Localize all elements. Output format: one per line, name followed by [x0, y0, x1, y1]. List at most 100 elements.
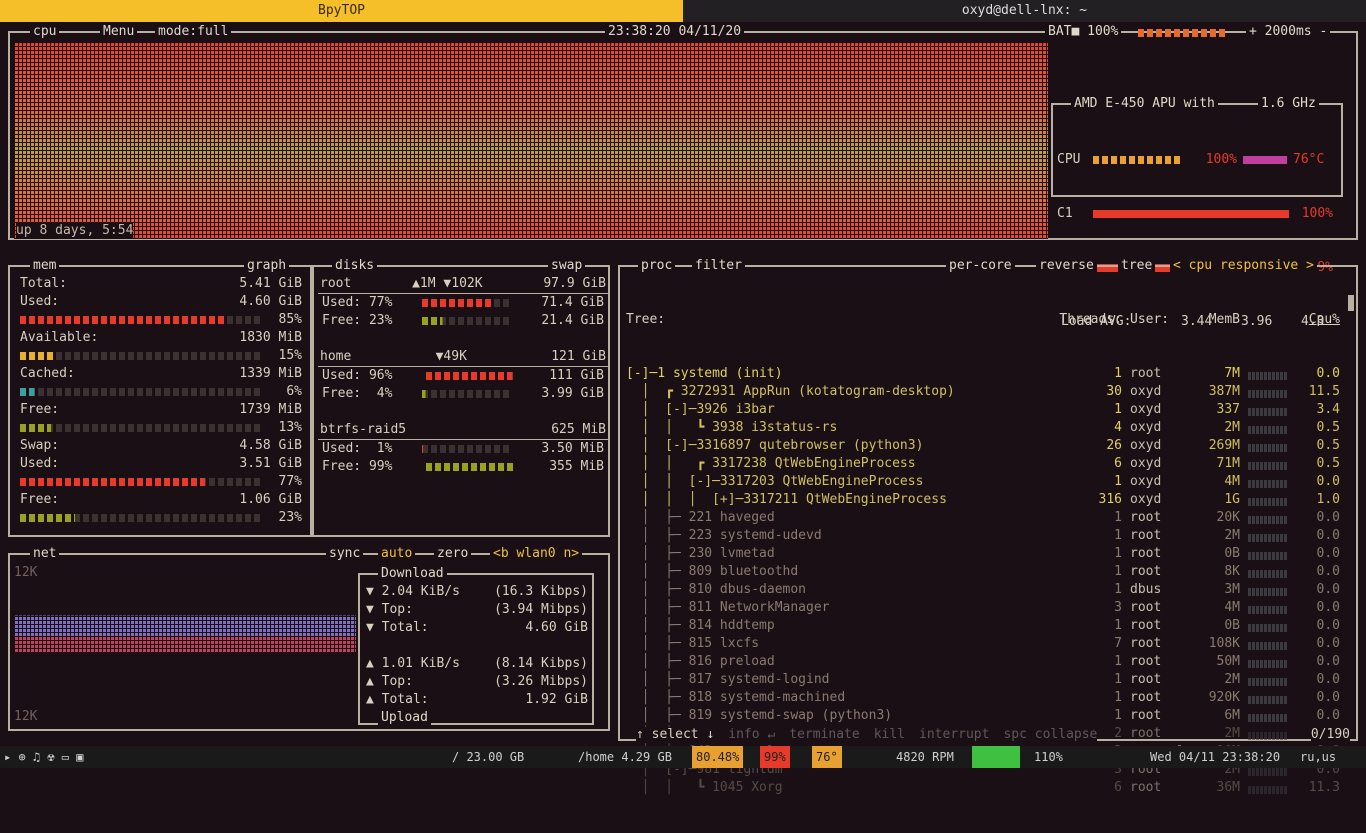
process-row[interactable]: │ [-]─3316897 qutebrowser (python3) 26 oxy… — [626, 437, 1346, 455]
core1-label: C1 — [1057, 206, 1073, 221]
sync-toggle[interactable]: sync — [326, 547, 364, 561]
net-upload-graph — [14, 637, 356, 653]
tab-bar: BpyTOP oxyd@dell-lnx: ~ — [0, 0, 1366, 22]
mem-row: Used: 3.51 GiB — [20, 456, 302, 471]
disks-label: disks — [332, 259, 378, 273]
tab-bpytop[interactable]: BpyTOP — [0, 0, 683, 22]
disk-home: /home 4.29 GB — [578, 750, 672, 764]
disk-header: home ▼49K 121 GiB — [318, 348, 608, 367]
proc-box: proc filter per-core reverse tree < cpu … — [618, 259, 1358, 795]
mem-row: Free: 1.06 GiB — [20, 492, 302, 507]
graph-toggle[interactable]: graph — [244, 259, 290, 273]
swap-toggle[interactable]: swap — [548, 259, 586, 273]
collapse-button[interactable]: spc collapse — [1003, 727, 1097, 742]
tab-terminal[interactable]: oxyd@dell-lnx: ~ — [683, 0, 1366, 22]
status-bar: ▸ ⊕ ♫ ☢ ▭ ▣ / 23.00 GB /home 4.29 GB 80.… — [0, 746, 1366, 768]
net-box: net sync auto zero <b wlan0 n> 12K 12K D… — [8, 547, 610, 731]
kill-button[interactable]: kill — [874, 727, 905, 742]
cpu-graph — [14, 43, 1048, 239]
temp-reading: 76° — [812, 746, 842, 768]
process-row[interactable]: │ ├─ 819 systemd-swap (python3) 1 root 6M 0.… — [626, 707, 1346, 725]
process-row[interactable]: │ ├─ 221 haveged 1 root 20K 0.0 — [626, 509, 1346, 527]
menu-button[interactable]: Menu — [100, 25, 138, 39]
download-label: Download — [378, 567, 447, 581]
net-scale-top: 12K — [14, 565, 38, 580]
process-row[interactable]: │ │ ┗ 1045 Xorg 6 root 36M 11.3 — [626, 779, 1346, 797]
process-row[interactable]: │ ├─ 810 dbus-daemon 1 dbus 3M 0.0 — [626, 581, 1346, 599]
col-cpu[interactable]: Cpu% — [1290, 311, 1340, 329]
process-row[interactable]: │ ├─ 818 systemd-machined 1 root 920K 0.0 — [626, 689, 1346, 707]
volume[interactable]: 110% — [1034, 746, 1063, 768]
tab-per-core[interactable]: per-core — [946, 259, 1015, 273]
upload-stat: ▲ Top: (3.26 Mibps) — [366, 674, 588, 689]
tab-filter[interactable]: filter — [692, 259, 745, 273]
col-threads[interactable]: Threads: — [1036, 311, 1122, 329]
process-row[interactable]: │ ├─ 816 preload 1 root 50M 0.0 — [626, 653, 1346, 671]
tab-proc[interactable]: proc — [638, 259, 676, 273]
cpu-label: cpu — [30, 25, 60, 39]
upload-stat: ▲ 1.01 KiB/s (8.14 Kibps) — [366, 656, 588, 671]
zero-toggle[interactable]: zero — [434, 547, 472, 561]
process-row[interactable]: │ ├─ 817 systemd-logind 1 root 2M 0.0 — [626, 671, 1346, 689]
col-tree[interactable]: Tree: — [626, 311, 1036, 329]
mem-bar-row: 23% — [20, 509, 302, 527]
mem-row: Free: 1739 MiB — [20, 402, 302, 417]
net-stats-box: Download ▼ 2.04 KiB/s (16.3 Kibps) ▼ Top:(… — [358, 567, 594, 725]
cpu-usage: 99% — [760, 746, 790, 768]
terminate-button[interactable]: terminate — [789, 727, 859, 742]
cpu-info-box: AMD E-450 APU with 1.6 GHz CPU 100% 76°C C… — [1051, 97, 1343, 329]
col-user[interactable]: User: — [1122, 311, 1202, 329]
interface-selector[interactable]: <b wlan0 n> — [490, 547, 583, 561]
refresh-control[interactable]: + 2000ms - — [1246, 25, 1331, 39]
select-hint[interactable]: ↑ select ↓ — [636, 727, 714, 742]
mem-usage: 80.48% — [692, 746, 744, 768]
tab-reverse[interactable]: reverse — [1036, 259, 1097, 273]
disk-header: btrfs-raid5 625 MiB — [318, 421, 608, 440]
process-row[interactable]: │ │ [-]─3317203 QtWebEngineProcess 1 oxyd 4… — [626, 473, 1346, 491]
process-row[interactable]: │ ├─ 814 hddtemp 1 root 0B 0.0 — [626, 617, 1346, 635]
process-row[interactable]: │ │ │ [+]─3317211 QtWebEngineProcess 316 o… — [626, 491, 1346, 509]
mem-row: Cached: 1339 MiB — [20, 366, 302, 381]
process-row[interactable]: │ ┏ 3272931 AppRun (kotatogram-desktop) 3… — [626, 383, 1346, 401]
cpu-model: AMD E-450 APU with — [1071, 97, 1218, 111]
sort-selector[interactable]: < cpu responsive > — [1170, 259, 1317, 273]
auto-toggle[interactable]: auto — [378, 547, 416, 561]
mode-button[interactable]: mode:full — [155, 25, 232, 39]
process-row[interactable]: [-]─1 systemd (init) 1 root 7M 0.0 — [626, 365, 1346, 383]
cpu-total-pct: 100% — [1205, 152, 1237, 167]
mem-bar-row: 85% — [20, 311, 302, 329]
mem-bar-row: 77% — [20, 473, 302, 491]
upload-label: Upload — [378, 711, 431, 725]
process-row[interactable]: │ [-]─3926 i3bar 1 oxyd 337 3.4 — [626, 401, 1346, 419]
workspace-icons[interactable]: ▸ ⊕ ♫ ☢ ▭ ▣ — [4, 746, 83, 768]
battery-status: BAT■ 100% — [1045, 25, 1122, 39]
cpu-freq: 1.6 GHz — [1258, 97, 1319, 111]
info-button[interactable]: info ↵ — [728, 727, 775, 742]
datetime: Wed 04/11 23:38:20 — [1150, 750, 1281, 764]
keyboard-layout[interactable]: ru,us — [1300, 746, 1336, 768]
mem-bar-row: 13% — [20, 419, 302, 437]
process-row[interactable]: │ ├─ 815 lxcfs 7 root 108K 0.0 — [626, 635, 1346, 653]
col-mem[interactable]: MemB — [1202, 311, 1240, 329]
process-row[interactable]: │ │ ┏ 3317238 QtWebEngineProcess 6 oxyd 71M… — [626, 455, 1346, 473]
process-row[interactable]: │ ├─ 223 systemd-udevd 1 root 2M 0.0 — [626, 527, 1346, 545]
process-row[interactable]: │ ├─ 809 bluetoothd 1 root 8K 0.0 — [626, 563, 1346, 581]
download-stat: ▼ Total: 4.60 GiB — [366, 620, 588, 635]
tab-tree[interactable]: tree — [1118, 259, 1156, 273]
mem-box: mem graph Total: 5.41 GiB Used: 4.60 GiB 85%… — [8, 259, 312, 537]
mem-row: Available: 1830 MiB — [20, 330, 302, 345]
disk-root: / 23.00 GB — [452, 750, 525, 764]
uptime: up 8 days, 5:54 — [16, 223, 134, 238]
process-row[interactable]: │ ├─ 230 lvmetad 1 root 0B 0.0 — [626, 545, 1346, 563]
clock: 23:38:20 04/11/20 — [605, 25, 745, 39]
process-row[interactable]: │ │ ┗ 3938 i3status-rs 4 oxyd 2M 0.5 — [626, 419, 1346, 437]
mem-row: Used: 4.60 GiB — [20, 294, 302, 309]
disk-free-row: Free: 4% 3.99 GiB — [322, 386, 604, 401]
mem-bar-row: 6% — [20, 383, 302, 401]
process-row[interactable]: │ ├─ 811 NetworkManager 3 root 4M 0.0 — [626, 599, 1346, 617]
mem-label: mem — [30, 259, 60, 273]
cpu-box: cpu Menu mode:full 23:38:20 04/11/20 BAT… — [8, 25, 1358, 329]
fan-speed: 4820 RPM — [896, 750, 954, 764]
interrupt-button[interactable]: interrupt — [919, 727, 989, 742]
proc-scrollbar[interactable] — [1348, 295, 1354, 311]
